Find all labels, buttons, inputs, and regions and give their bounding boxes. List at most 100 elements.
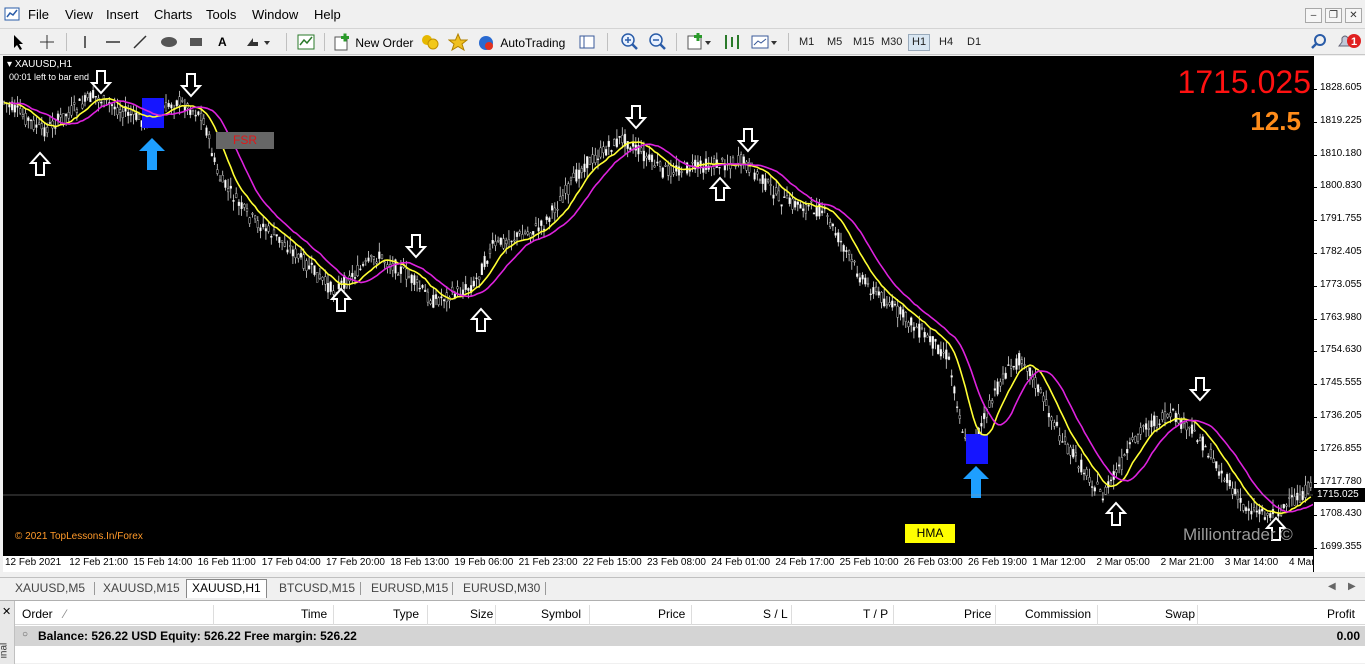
timeframe-h1[interactable]: H1	[908, 34, 931, 51]
app-icon[interactable]	[4, 6, 20, 22]
trendline-icon[interactable]	[132, 32, 148, 52]
menu-help[interactable]: Help	[314, 7, 341, 22]
tab-scroll-right-icon[interactable]: ▶	[1348, 581, 1356, 592]
tab-xauusd-h1[interactable]: XAUUSD,H1	[186, 579, 267, 598]
chart-window-icon[interactable]	[296, 32, 316, 52]
market-watch-icon[interactable]	[420, 32, 440, 52]
zoom-in-icon[interactable]	[620, 32, 640, 52]
candle-body	[356, 265, 359, 277]
price-chart[interactable]: ▾ XAUUSD,H1 00:01 left to bar end 1715.0…	[3, 56, 1313, 572]
tab-xauusd-m15[interactable]: XAUUSD,M15	[98, 580, 185, 597]
menu-view[interactable]: View	[65, 7, 93, 22]
zoom-out-icon[interactable]	[648, 32, 668, 52]
col-order[interactable]: Order	[22, 607, 53, 621]
candle-body	[480, 263, 483, 276]
restore-icon[interactable]: ❐	[1325, 8, 1342, 23]
col-commission[interactable]: Commission	[1025, 607, 1091, 621]
col-stop-loss[interactable]: S / L	[763, 607, 788, 621]
add-indicator-icon[interactable]	[686, 32, 714, 52]
price-tick-mark	[1314, 449, 1317, 451]
candle-body	[837, 232, 840, 243]
menu-tools[interactable]: Tools	[206, 7, 236, 22]
candle-body	[1082, 472, 1086, 475]
chart-canvas	[3, 70, 1313, 541]
candle-body	[834, 232, 837, 236]
balance-row[interactable]: ○ Balance: 526.22 USD Equity: 526.22 Fre…	[15, 626, 1365, 646]
menu-file[interactable]: File	[28, 7, 49, 22]
templates-icon[interactable]	[750, 32, 780, 52]
arrows-tool-icon[interactable]	[244, 32, 272, 52]
timeframe-m1[interactable]: M1	[796, 34, 817, 51]
tab-xauusd-m5[interactable]: XAUUSD,M5	[10, 580, 90, 597]
col-price[interactable]: Price	[658, 607, 685, 621]
crosshair-icon[interactable]	[38, 32, 56, 52]
candle-body	[1231, 488, 1234, 495]
tab-eurusd-m30[interactable]: EURUSD,M30	[458, 580, 545, 597]
menu-charts[interactable]: Charts	[154, 7, 192, 22]
candle-body	[486, 260, 489, 264]
text-tool-icon[interactable]: A	[218, 32, 227, 52]
tab-eurusd-m15[interactable]: EURUSD,M15	[366, 580, 453, 597]
timeframe-m15[interactable]: M15	[850, 34, 877, 51]
minimize-icon[interactable]: –	[1305, 8, 1322, 23]
candle-body	[100, 101, 103, 104]
candle-body	[777, 190, 780, 201]
col-symbol[interactable]: Symbol	[541, 607, 581, 621]
candle-body	[912, 326, 915, 331]
candle-body	[267, 225, 270, 232]
terminal-close-icon[interactable]: ✕	[2, 605, 11, 618]
timeframe-m5[interactable]: M5	[824, 34, 845, 51]
candle-body	[1282, 504, 1285, 509]
signal-boxes	[142, 98, 988, 464]
candle-body	[920, 327, 924, 330]
timeframe-m30[interactable]: M30	[878, 34, 905, 51]
col-take-profit[interactable]: T / P	[863, 607, 888, 621]
candle-body	[956, 406, 959, 408]
notification-icon[interactable]: 1	[1336, 32, 1362, 52]
candle-body	[1023, 364, 1026, 366]
tab-scroll-left-icon[interactable]: ◀	[1328, 581, 1336, 592]
panel-toggle-icon[interactable]	[578, 32, 596, 52]
menu-window[interactable]: Window	[252, 7, 298, 22]
candle-body	[437, 297, 440, 305]
candle-body	[910, 317, 913, 326]
candle-body	[783, 196, 786, 198]
autotrading-button[interactable]: AutoTrading	[477, 32, 565, 52]
candle-body	[583, 163, 586, 173]
candle-body	[950, 375, 953, 378]
col-profit[interactable]: Profit	[1327, 607, 1355, 621]
ellipse-icon[interactable]	[159, 32, 179, 52]
price-tick-mark	[1314, 154, 1317, 156]
menu-insert[interactable]: Insert	[106, 7, 139, 22]
favorites-icon[interactable]	[448, 32, 468, 52]
col-size[interactable]: Size	[470, 607, 493, 621]
horizontal-line-icon[interactable]	[104, 32, 122, 52]
big-price-display: 1715.025	[1177, 64, 1311, 100]
candle-body	[40, 123, 43, 130]
vertical-line-icon[interactable]	[78, 32, 92, 52]
candle-body	[475, 277, 478, 280]
tab-btcusd-m15[interactable]: BTCUSD,M15	[274, 580, 360, 597]
candle-body	[796, 201, 799, 205]
period-separators-icon[interactable]	[722, 32, 742, 52]
timeframe-h4[interactable]: H4	[936, 34, 956, 51]
close-icon[interactable]: ✕	[1345, 8, 1362, 23]
candle-body	[89, 92, 92, 103]
rectangle-icon[interactable]	[188, 32, 204, 52]
timeframe-d1[interactable]: D1	[964, 34, 984, 51]
candle-body	[794, 201, 797, 208]
col-type[interactable]: Type	[393, 607, 419, 621]
col-current-price[interactable]: Price	[964, 607, 991, 621]
new-order-button[interactable]: New Order	[334, 32, 413, 52]
col-time[interactable]: Time	[301, 607, 327, 621]
col-swap[interactable]: Swap	[1165, 607, 1195, 621]
time-tick-label: 22 Feb 15:00	[582, 557, 642, 568]
candle-body	[524, 231, 527, 234]
time-tick-label: 2 Mar 05:00	[1096, 557, 1150, 568]
candle-body	[434, 294, 438, 299]
candle-body	[380, 254, 384, 259]
cursor-icon[interactable]	[10, 32, 26, 52]
candle-body	[372, 256, 375, 260]
search-icon[interactable]	[1310, 32, 1328, 52]
candle-body	[518, 231, 521, 234]
